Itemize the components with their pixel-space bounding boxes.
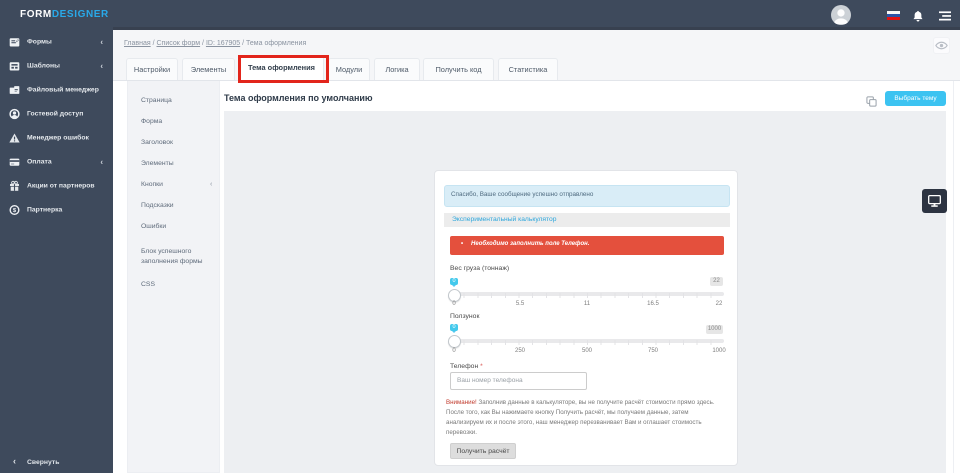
svg-text:$: $ [13, 208, 17, 214]
